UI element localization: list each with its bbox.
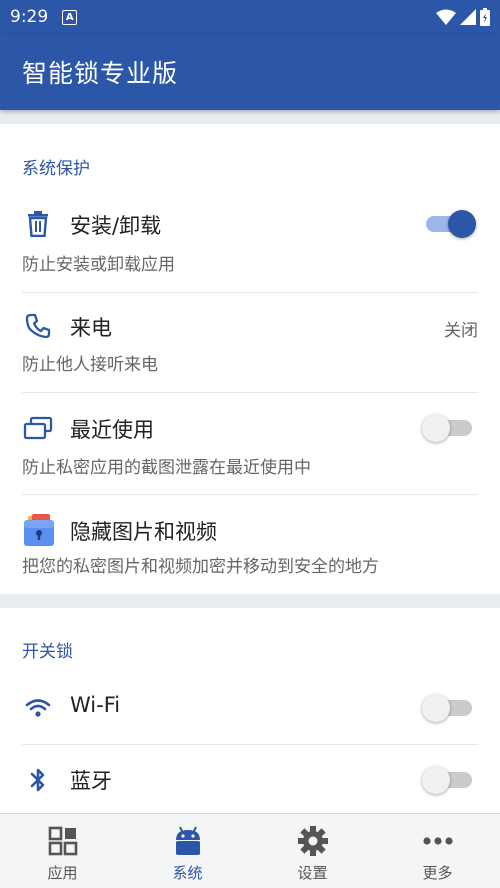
grid-icon: [46, 824, 80, 858]
bluetooth-toggle[interactable]: [422, 765, 478, 795]
row-description: 防止他人接听来电: [22, 355, 158, 375]
row-hide-photos-videos[interactable]: 隐藏图片和视频 把您的私密图片和视频加密并移动到安全的地方: [0, 512, 500, 592]
row-label: 来电: [70, 316, 112, 340]
recent-apps-toggle[interactable]: [422, 413, 478, 443]
nav-item-more[interactable]: 更多: [375, 814, 500, 888]
section-title-system-protection: 系统保护: [22, 159, 90, 179]
nav-item-system[interactable]: 系统: [125, 814, 250, 888]
phone-icon: [22, 310, 54, 342]
nav-label: 应用: [47, 864, 78, 882]
gear-icon: [296, 824, 330, 858]
app-bar: 智能锁专业版: [0, 34, 500, 110]
divider: [22, 392, 478, 393]
status-icons: [436, 8, 490, 26]
row-label: 最近使用: [70, 418, 154, 442]
divider: [22, 744, 478, 745]
status-bar: 9:29 A: [0, 0, 500, 34]
divider: [22, 494, 478, 495]
nav-label: 设置: [297, 864, 328, 882]
more-icon: [421, 824, 455, 858]
row-label: 隐藏图片和视频: [70, 520, 217, 544]
row-description: 把您的私密图片和视频加密并移动到安全的地方: [22, 557, 379, 577]
notification-icon: A: [62, 9, 78, 25]
row-incoming-call[interactable]: 来电 关闭 防止他人接听来电: [0, 308, 500, 396]
row-description: 防止私密应用的截图泄露在最近使用中: [22, 458, 311, 478]
bottom-navigation: 应用 系统 设置 更多: [0, 813, 500, 888]
cell-signal-icon: [460, 9, 476, 25]
wifi-toggle[interactable]: [422, 693, 478, 723]
section-title-switch-lock: 开关锁: [22, 642, 73, 662]
install-uninstall-toggle[interactable]: [422, 209, 478, 239]
app-title: 智能锁专业版: [22, 59, 179, 88]
wifi-icon: [22, 692, 54, 724]
recent-apps-icon: [22, 412, 54, 444]
row-install-uninstall[interactable]: 安装/卸载 防止安装或卸载应用: [0, 206, 500, 294]
nav-label: 系统: [172, 864, 203, 882]
row-description: 防止安装或卸载应用: [22, 255, 175, 275]
status-time: 9:29: [10, 7, 49, 27]
row-recent-apps[interactable]: 最近使用 防止私密应用的截图泄露在最近使用中: [0, 410, 500, 498]
wifi-signal-icon: [436, 9, 456, 25]
switch-lock-card: 开关锁 Wi-Fi 蓝牙: [0, 608, 500, 813]
row-label: Wi-Fi: [70, 693, 121, 717]
divider: [22, 292, 478, 293]
row-bluetooth[interactable]: 蓝牙: [0, 764, 500, 798]
row-wifi[interactable]: Wi-Fi: [0, 692, 500, 726]
row-label: 安装/卸载: [70, 214, 162, 238]
vault-icon: [22, 514, 56, 548]
bluetooth-icon: [22, 764, 54, 796]
android-icon: [171, 824, 205, 858]
nav-item-settings[interactable]: 设置: [250, 814, 375, 888]
nav-label: 更多: [422, 864, 453, 882]
trash-icon: [22, 208, 54, 240]
nav-item-apps[interactable]: 应用: [0, 814, 125, 888]
incoming-call-status: 关闭: [444, 321, 478, 341]
system-protection-card: 系统保护 安装/卸载 防止安装或卸载应用 来电 关闭 防止他人接听来电 最近使用…: [0, 124, 500, 594]
battery-icon: [480, 8, 490, 26]
row-label: 蓝牙: [70, 769, 112, 793]
